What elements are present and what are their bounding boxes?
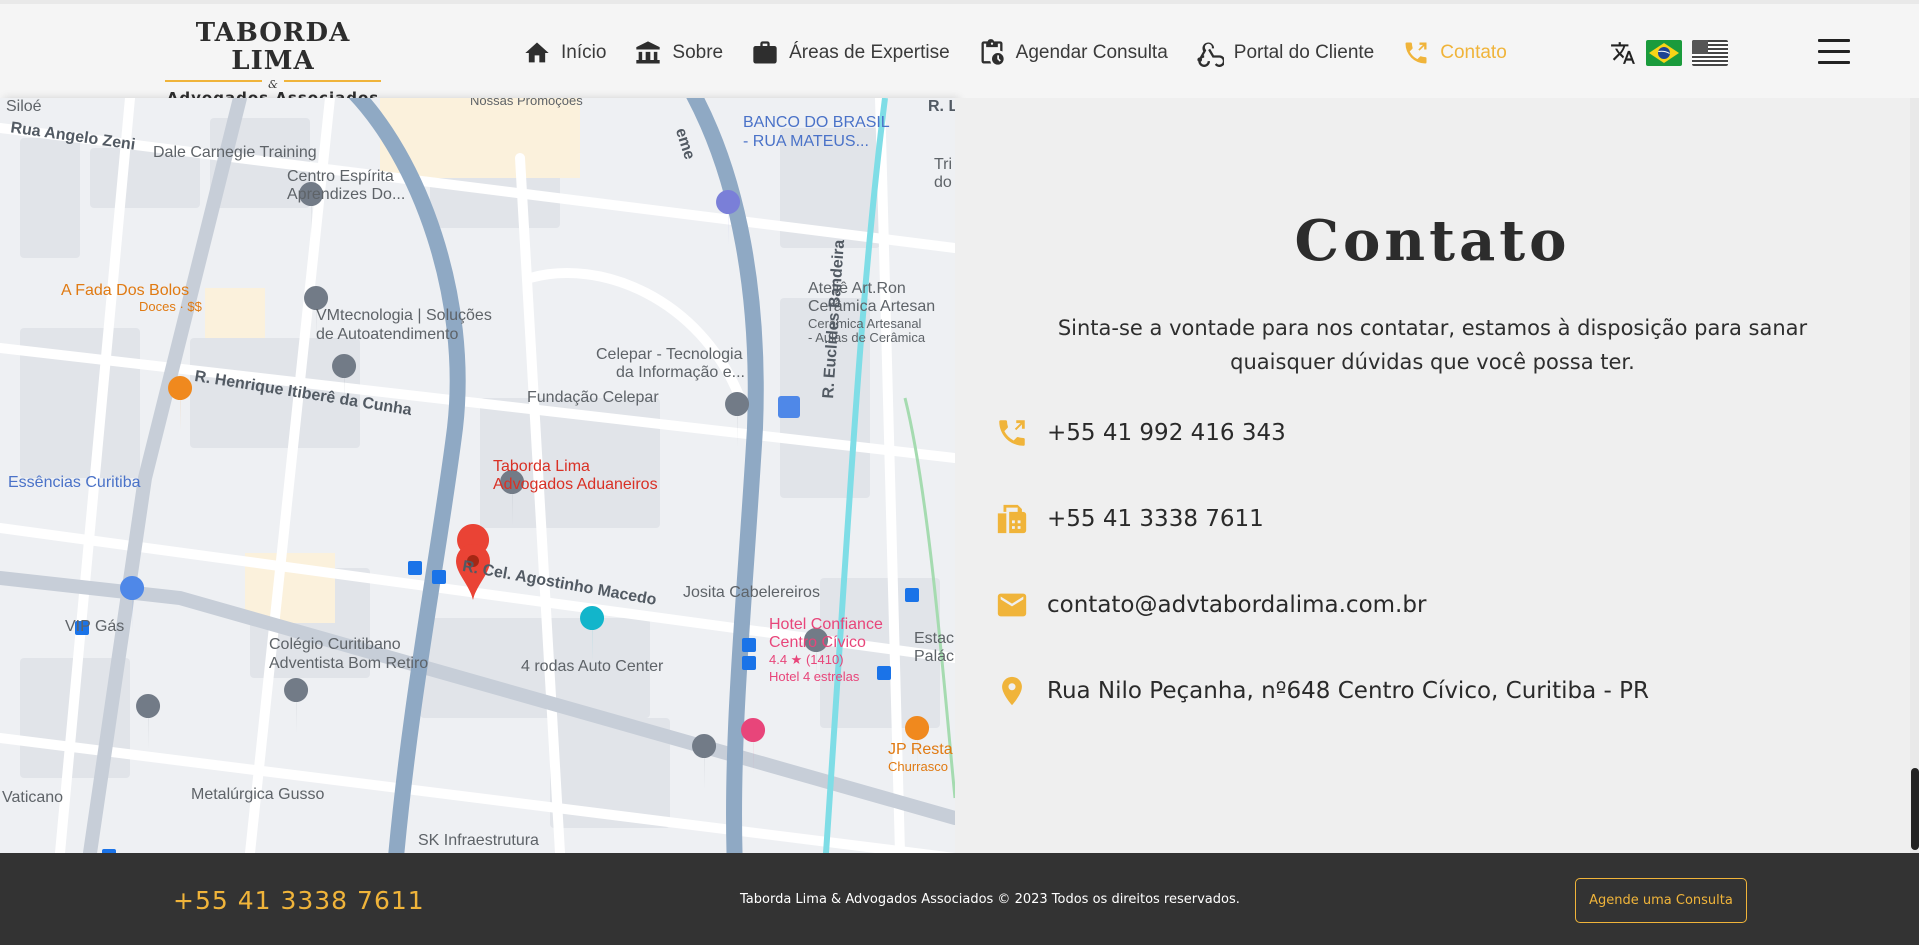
map-label: Centro Espírita bbox=[287, 168, 394, 185]
schedule-consultation-button[interactable]: Agende uma Consulta bbox=[1575, 878, 1747, 923]
nav-label: Contato bbox=[1440, 42, 1507, 63]
map-label: Doces · $$ bbox=[139, 299, 202, 314]
map-label: Celepar - Tecnologia bbox=[596, 346, 743, 363]
nav-item-areas[interactable]: Áreas de Expertise bbox=[751, 39, 950, 67]
brazil-flag[interactable] bbox=[1646, 40, 1682, 66]
map-label: da Informação e... bbox=[616, 364, 745, 381]
map-label: JP Resta bbox=[888, 741, 953, 758]
footer-copyright: Taborda Lima & Advogados Associados © 20… bbox=[740, 892, 1240, 907]
map-label: Estac bbox=[914, 630, 955, 647]
map-road-label: R. L bbox=[928, 98, 955, 115]
nav-label: Agendar Consulta bbox=[1015, 42, 1168, 63]
site-header: TABORDA LIMA & Advogados Associados Iníc… bbox=[0, 4, 1919, 107]
main-nav: Início Sobre Áreas de Expertise Agendar … bbox=[523, 38, 1535, 68]
map-label: - RUA MATEUS... bbox=[743, 133, 869, 150]
map-label: de Autoatendimento bbox=[316, 326, 459, 343]
map-label: Adventista Bom Retiro bbox=[269, 655, 429, 672]
hamburger-menu-icon[interactable] bbox=[1818, 39, 1850, 67]
clipboard-clock-icon bbox=[981, 39, 1004, 65]
contact-address[interactable]: Rua Nilo Peçanha, nº648 Centro Cívico, C… bbox=[995, 674, 1649, 708]
nav-label: Portal do Cliente bbox=[1233, 42, 1375, 63]
map-label: Churrasco bbox=[888, 759, 948, 774]
mail-icon bbox=[997, 593, 1027, 617]
nav-item-contato[interactable]: Contato bbox=[1402, 39, 1507, 67]
contact-fax-text: +55 41 3338 7611 bbox=[1047, 506, 1264, 532]
contact-phone-text: +55 41 992 416 343 bbox=[1047, 420, 1286, 446]
contact-fax[interactable]: +55 41 3338 7611 bbox=[995, 502, 1264, 536]
scrollbar-track[interactable] bbox=[1910, 98, 1919, 853]
scrollbar-thumb[interactable] bbox=[1911, 768, 1919, 850]
map-label: Aprendizes Do... bbox=[287, 186, 406, 203]
logo-line1: TABORDA LIMA bbox=[195, 18, 351, 76]
contact-address-text: Rua Nilo Peçanha, nº648 Centro Cívico, C… bbox=[1047, 678, 1650, 704]
map-label: Ateliê Art.Ron bbox=[808, 280, 906, 297]
map-label: Centro Cívico bbox=[769, 634, 866, 651]
map-label: Siloé bbox=[6, 98, 42, 115]
map-label: VMtecnologia | Soluções bbox=[316, 307, 492, 324]
map-label: Hotel 4 estrelas bbox=[769, 669, 860, 684]
contact-email-text: contato@advtabordalima.com.br bbox=[1047, 592, 1427, 618]
building-icon bbox=[636, 41, 661, 64]
map-label: A Fada Dos Bolos bbox=[61, 282, 190, 299]
logo[interactable]: TABORDA LIMA & Advogados Associados bbox=[165, 18, 381, 107]
contact-email[interactable]: contato@advtabordalima.com.br bbox=[995, 588, 1426, 622]
map-label: Nossas Promoções bbox=[470, 98, 583, 108]
map-label: Metalúrgica Gusso bbox=[191, 786, 325, 803]
nav-item-inicio[interactable]: Início bbox=[523, 39, 606, 67]
map-label: VIP Gás bbox=[65, 618, 125, 635]
footer-phone[interactable]: +55 41 3338 7611 bbox=[173, 886, 425, 915]
map-canvas[interactable] bbox=[0, 98, 955, 853]
map-pin-icon bbox=[1002, 676, 1022, 706]
fax-icon bbox=[997, 504, 1027, 534]
map-label: 4 rodas Auto Center bbox=[521, 658, 664, 675]
translate-icon[interactable] bbox=[1610, 40, 1636, 66]
map-pin-label[interactable]: Advogados Aduaneiros bbox=[493, 476, 658, 494]
map-label: Essências Curitiba bbox=[8, 474, 141, 491]
site-footer: +55 41 3338 7611 Taborda Lima & Advogado… bbox=[0, 853, 1919, 945]
nav-item-portal[interactable]: Portal do Cliente bbox=[1196, 39, 1374, 67]
map-label: Josita Cabelereiros bbox=[683, 584, 820, 601]
map-label: Dale Carnegie Training bbox=[153, 144, 317, 161]
logo-ampersand: & bbox=[165, 75, 381, 91]
map-pin-label[interactable]: Taborda Lima bbox=[493, 458, 590, 476]
briefcase-icon bbox=[753, 41, 777, 64]
phone-icon bbox=[999, 420, 1025, 446]
map-embed[interactable]: Siloé Nossas Promoções Rua Angelo Zeni D… bbox=[0, 98, 955, 853]
nav-label: Áreas de Expertise bbox=[789, 42, 950, 63]
map-label: Fundação Celepar bbox=[527, 389, 659, 406]
phone-icon bbox=[1405, 42, 1427, 64]
home-icon bbox=[525, 42, 549, 63]
map-label: Vaticano bbox=[2, 789, 64, 806]
map-label: BANCO DO BRASIL bbox=[743, 114, 890, 131]
map-label: SK Infraestrutura bbox=[418, 832, 539, 849]
webhook-icon bbox=[1197, 42, 1224, 67]
nav-label: Sobre bbox=[672, 42, 724, 63]
map-label: 4.4 ★ (1410) bbox=[769, 652, 844, 667]
contact-phone[interactable]: +55 41 992 416 343 bbox=[995, 416, 1286, 450]
language-selector bbox=[1610, 40, 1738, 66]
usa-flag[interactable] bbox=[1692, 40, 1728, 66]
contact-subtitle: Sinta-se a vontade para nos contatar, es… bbox=[1057, 316, 1808, 374]
contact-title: Contato bbox=[1294, 208, 1571, 274]
map-label: Hotel Confiance bbox=[769, 616, 883, 633]
map-label: do bbox=[934, 174, 952, 191]
contact-section: Contato Sinta-se a vontade para nos cont… bbox=[955, 98, 1910, 853]
map-label: Paláci bbox=[914, 648, 955, 665]
map-label: Colégio Curitibano bbox=[269, 636, 401, 653]
nav-label: Início bbox=[561, 42, 607, 63]
nav-item-sobre[interactable]: Sobre bbox=[634, 39, 723, 67]
nav-item-agendar[interactable]: Agendar Consulta bbox=[978, 39, 1168, 67]
map-label: Tri bbox=[934, 156, 953, 173]
